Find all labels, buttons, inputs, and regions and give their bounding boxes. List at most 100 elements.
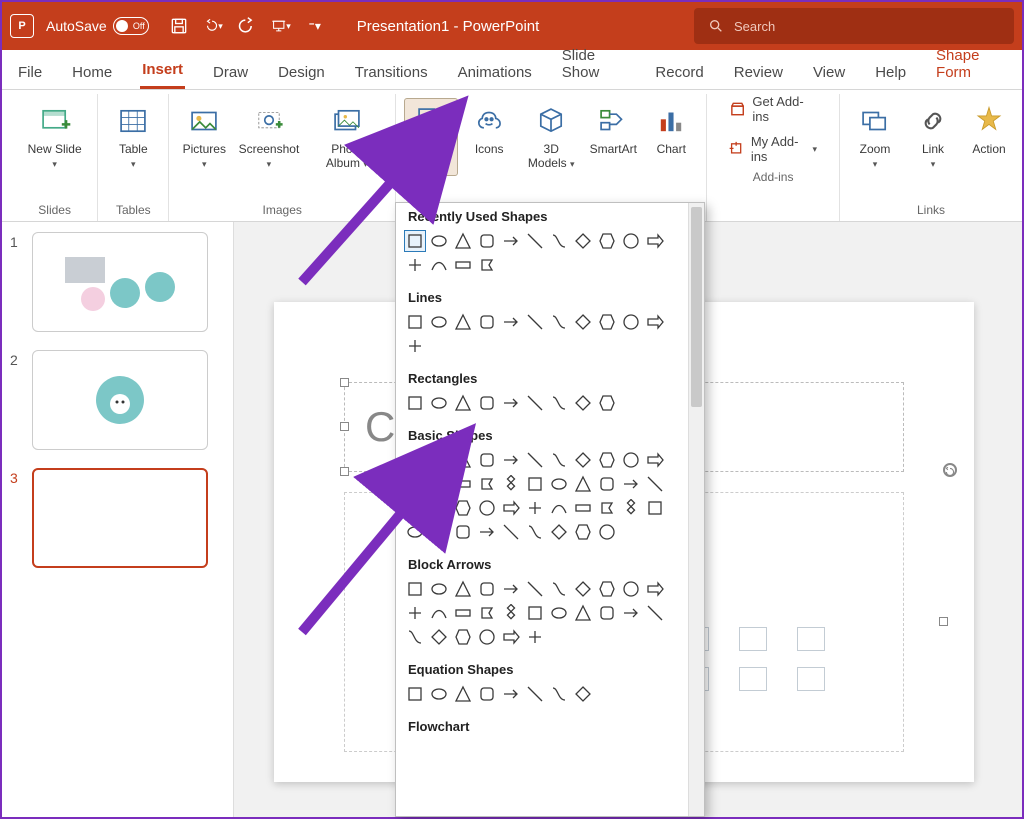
shape-item[interactable] — [572, 392, 594, 414]
smartart-button[interactable]: SmartArt — [586, 98, 640, 162]
my-addins-button[interactable]: My Add-ins ▾ — [729, 134, 817, 164]
shape-item[interactable] — [644, 578, 666, 600]
thumbnail-selected[interactable] — [32, 468, 208, 568]
shape-item[interactable] — [572, 473, 594, 495]
shape-item[interactable] — [620, 497, 642, 519]
shape-item[interactable] — [548, 449, 570, 471]
shape-item[interactable] — [476, 683, 498, 705]
shape-item[interactable] — [524, 578, 546, 600]
qat-more-icon[interactable]: ⁼▾ — [305, 16, 325, 36]
slide-panel[interactable]: 1 2 3 — [2, 222, 234, 817]
shape-item[interactable] — [524, 683, 546, 705]
shape-item[interactable] — [572, 230, 594, 252]
shape-item[interactable] — [476, 230, 498, 252]
resize-handle[interactable] — [340, 378, 349, 387]
resize-handle[interactable] — [340, 422, 349, 431]
shape-item[interactable] — [500, 497, 522, 519]
pictures-button[interactable]: Pictures▾ — [177, 98, 231, 176]
shape-item[interactable] — [596, 230, 618, 252]
shape-item[interactable] — [644, 497, 666, 519]
insert-video-icon[interactable] — [739, 667, 767, 691]
shape-item[interactable] — [596, 311, 618, 333]
shape-item[interactable] — [404, 683, 426, 705]
tab-help[interactable]: Help — [873, 56, 908, 89]
shape-item[interactable] — [452, 311, 474, 333]
scrollbar-thumb[interactable] — [691, 207, 702, 407]
shape-item[interactable] — [404, 392, 426, 414]
shape-item[interactable] — [476, 521, 498, 543]
shape-item[interactable] — [476, 497, 498, 519]
slide-thumb-2[interactable]: 2 — [10, 350, 225, 450]
shape-item[interactable] — [404, 335, 426, 357]
shape-item[interactable] — [524, 311, 546, 333]
shape-item[interactable] — [596, 497, 618, 519]
dropdown-scrollbar[interactable] — [688, 203, 704, 816]
thumbnail[interactable] — [32, 232, 208, 332]
shape-item[interactable] — [404, 311, 426, 333]
shape-item[interactable] — [500, 521, 522, 543]
shape-item[interactable] — [452, 626, 474, 648]
slide-thumb-3[interactable]: 3 — [10, 468, 225, 568]
chart-button[interactable]: Chart — [644, 98, 698, 162]
shape-item[interactable] — [500, 626, 522, 648]
shape-item[interactable] — [524, 473, 546, 495]
shape-item[interactable] — [572, 578, 594, 600]
shape-item[interactable] — [452, 254, 474, 276]
shape-item[interactable] — [572, 683, 594, 705]
autosave-toggle[interactable]: AutoSave Off — [46, 17, 149, 35]
shape-item[interactable] — [644, 602, 666, 624]
tab-insert[interactable]: Insert — [140, 53, 185, 89]
shape-item[interactable] — [476, 473, 498, 495]
shape-item[interactable] — [620, 449, 642, 471]
shape-item[interactable] — [620, 578, 642, 600]
shape-item[interactable] — [548, 497, 570, 519]
tab-transitions[interactable]: Transitions — [353, 56, 430, 89]
shape-item[interactable] — [596, 602, 618, 624]
shape-item[interactable] — [452, 683, 474, 705]
shape-item[interactable] — [428, 449, 450, 471]
tab-slideshow[interactable]: Slide Show — [560, 39, 628, 89]
tab-home[interactable]: Home — [70, 56, 114, 89]
resize-handle[interactable] — [939, 617, 948, 626]
shape-item[interactable] — [548, 578, 570, 600]
shape-item[interactable] — [548, 230, 570, 252]
insert-smartart-icon[interactable] — [739, 627, 767, 651]
shape-item[interactable] — [596, 449, 618, 471]
shape-item[interactable] — [644, 473, 666, 495]
shape-item[interactable] — [548, 602, 570, 624]
tab-record[interactable]: Record — [653, 56, 705, 89]
tab-draw[interactable]: Draw — [211, 56, 250, 89]
tab-review[interactable]: Review — [732, 56, 785, 89]
shape-item[interactable] — [452, 602, 474, 624]
shape-item[interactable] — [572, 497, 594, 519]
shape-item[interactable] — [572, 311, 594, 333]
shape-item[interactable] — [620, 230, 642, 252]
insert-3d-icon[interactable] — [797, 627, 825, 651]
shape-item[interactable] — [644, 311, 666, 333]
slide-thumb-1[interactable]: 1 — [10, 232, 225, 332]
shape-item[interactable] — [500, 683, 522, 705]
tab-animations[interactable]: Animations — [456, 56, 534, 89]
shape-item[interactable] — [524, 230, 546, 252]
shape-item[interactable] — [572, 521, 594, 543]
shape-item[interactable] — [548, 683, 570, 705]
shape-item[interactable] — [644, 449, 666, 471]
shape-item[interactable] — [428, 683, 450, 705]
shape-item[interactable] — [524, 602, 546, 624]
present-icon[interactable]: ▾ — [271, 16, 291, 36]
toggle-off-icon[interactable]: Off — [113, 17, 149, 35]
shape-item[interactable] — [524, 449, 546, 471]
thumbnail[interactable] — [32, 350, 208, 450]
shape-item[interactable] — [476, 311, 498, 333]
tab-design[interactable]: Design — [276, 56, 327, 89]
shape-item[interactable] — [500, 473, 522, 495]
get-addins-button[interactable]: Get Add-ins — [729, 94, 817, 124]
shape-item[interactable] — [620, 473, 642, 495]
shape-item[interactable] — [452, 578, 474, 600]
shape-item[interactable] — [428, 392, 450, 414]
shape-item[interactable] — [524, 392, 546, 414]
shape-item[interactable] — [476, 392, 498, 414]
shape-item[interactable] — [548, 392, 570, 414]
icons-button[interactable]: Icons — [462, 98, 516, 162]
shape-item[interactable] — [500, 230, 522, 252]
